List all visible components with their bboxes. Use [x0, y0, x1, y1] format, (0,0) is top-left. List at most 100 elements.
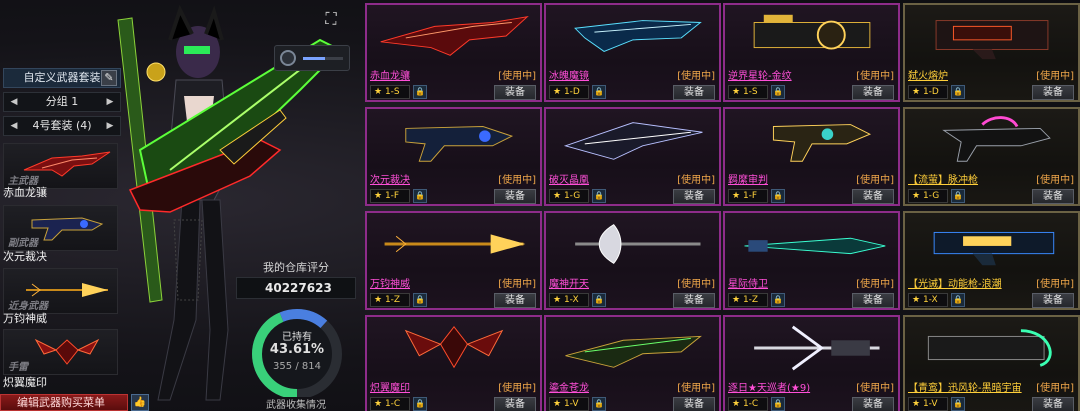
- weapon-grade: 1-F: [742, 191, 758, 201]
- weapon-name: 炽翼魔印: [370, 383, 410, 394]
- lock-icon[interactable]: 🔒: [413, 397, 427, 411]
- weapon-grade-badge: ★ 1-Z: [370, 293, 410, 307]
- lock-icon[interactable]: 🔒: [592, 397, 606, 411]
- in-use-status: [使用中]: [498, 383, 536, 394]
- equip-button[interactable]: 装备: [673, 293, 715, 308]
- owned-percent: 43.61%: [269, 342, 325, 357]
- edit-buy-menu-button[interactable]: 编辑武器购买菜单: [0, 394, 128, 411]
- lock-icon[interactable]: 🔒: [771, 85, 785, 99]
- weapon-name: 万钧神威: [370, 279, 410, 290]
- weapon-grade-badge: ★ 1-S: [728, 85, 768, 99]
- weapon-card[interactable]: 【流萤】脉冲枪 [使用中] ★ 1-G 🔒 装备: [903, 107, 1080, 206]
- equip-button[interactable]: 装备: [673, 397, 715, 411]
- weapon-grade-badge: ★ 1-F: [370, 189, 410, 203]
- prev-arrow-icon[interactable]: ◀: [6, 93, 22, 111]
- weapon-card[interactable]: 星际侍卫 [使用中] ★ 1-Z 🔒 装备: [723, 211, 900, 310]
- weapon-grade-badge: ★ 1-Z: [728, 293, 768, 307]
- weapon-card[interactable]: 逐日★天巡者(★9) [使用中] ★ 1-C 🔒 装备: [723, 315, 900, 411]
- owned-label: 已持有: [282, 332, 312, 343]
- slot-grenade[interactable]: 手雷: [3, 329, 118, 375]
- weapon-card[interactable]: 赤血龙骧 [使用中] ★ 1-S 🔒 装备: [365, 3, 542, 102]
- equip-button[interactable]: 装备: [494, 293, 536, 308]
- equip-button[interactable]: 装备: [1032, 293, 1074, 308]
- weapon-card[interactable]: 【光诫】动能枪-浪潮 [使用中] ★ 1-X 🔒 装备: [903, 211, 1080, 310]
- in-use-status: [使用中]: [677, 71, 715, 82]
- weapon-card[interactable]: 破灭晶凰 [使用中] ★ 1-G 🔒 装备: [544, 107, 721, 206]
- in-use-status: [使用中]: [856, 175, 894, 186]
- equip-button[interactable]: 装备: [852, 397, 894, 411]
- lock-icon[interactable]: 🔒: [771, 293, 785, 307]
- equip-button[interactable]: 装备: [852, 189, 894, 204]
- weapon-grade: 1-G: [922, 191, 940, 201]
- zoom-knob-icon[interactable]: [280, 50, 296, 66]
- in-use-status: [使用中]: [677, 279, 715, 290]
- in-use-status: [使用中]: [856, 71, 894, 82]
- equip-button[interactable]: 装备: [494, 85, 536, 100]
- weapon-card[interactable]: 【青鸾】迅风轮-黑暗宇宙 [使用中] ★ 1-V 🔒 装备: [903, 315, 1080, 411]
- lock-icon[interactable]: 🔒: [592, 293, 606, 307]
- lock-icon[interactable]: 🔒: [592, 85, 606, 99]
- weapon-card[interactable]: 鎏金苍龙 [使用中] ★ 1-V 🔒 装备: [544, 315, 721, 411]
- equip-button[interactable]: 装备: [1032, 85, 1074, 100]
- lock-icon[interactable]: 🔒: [951, 189, 965, 203]
- equip-button[interactable]: 装备: [1032, 189, 1074, 204]
- slot-primary[interactable]: 主武器: [3, 143, 118, 189]
- lock-icon[interactable]: 🔒: [592, 189, 606, 203]
- weapon-card[interactable]: 逆界星轮-金纹 [使用中] ★ 1-S 🔒 装备: [723, 3, 900, 102]
- weapon-grade: 1-D: [563, 87, 580, 97]
- zoom-fill: [303, 57, 325, 60]
- weapon-card[interactable]: 炽翼魔印 [使用中] ★ 1-C 🔒 装备: [365, 315, 542, 411]
- rotate-model-icon[interactable]: ⛶: [320, 8, 342, 30]
- zoom-slider[interactable]: [274, 45, 350, 71]
- weapon-grade: 1-F: [384, 191, 400, 201]
- lock-icon[interactable]: 🔒: [951, 293, 965, 307]
- in-use-status: [使用中]: [498, 279, 536, 290]
- weapon-card[interactable]: 万钧神威 [使用中] ★ 1-Z 🔒 装备: [365, 211, 542, 310]
- weapon-grade-badge: ★ 1-D: [549, 85, 589, 99]
- equip-button[interactable]: 装备: [852, 293, 894, 308]
- lock-icon[interactable]: 🔒: [951, 397, 965, 411]
- star-guard-sword-icon: [744, 237, 886, 255]
- zoom-track[interactable]: [303, 57, 343, 60]
- red-dragon-rifle-icon: [380, 15, 529, 56]
- weapon-grade: 1-C: [742, 399, 759, 409]
- weapon-name: 逆界星轮-金纹: [728, 71, 792, 82]
- equip-button[interactable]: 装备: [1032, 397, 1074, 411]
- weapon-name: 弑火熔炉: [908, 71, 948, 82]
- weapon-grade-badge: ★ 1-X: [908, 293, 948, 307]
- equip-button[interactable]: 装备: [852, 85, 894, 100]
- lock-icon[interactable]: 🔒: [771, 397, 785, 411]
- in-use-status: [使用中]: [856, 383, 894, 394]
- lock-icon[interactable]: 🔒: [413, 85, 427, 99]
- weapon-grade-badge: ★ 1-V: [549, 397, 589, 411]
- weapon-grade: 1-X: [922, 295, 938, 305]
- weapon-grade: 1-C: [384, 399, 401, 409]
- slot-melee[interactable]: 近身武器: [3, 268, 118, 314]
- slot-secondary[interactable]: 副武器: [3, 205, 118, 251]
- in-use-status: [使用中]: [498, 71, 536, 82]
- demon-axe-icon: [575, 224, 701, 264]
- weapon-card[interactable]: 冰魄魔镜 [使用中] ★ 1-D 🔒 装备: [544, 3, 721, 102]
- weapon-card[interactable]: 次元裁决 [使用中] ★ 1-F 🔒 装备: [365, 107, 542, 206]
- lock-icon[interactable]: 🔒: [951, 85, 965, 99]
- lock-icon[interactable]: 🔒: [771, 189, 785, 203]
- equip-button[interactable]: 装备: [673, 85, 715, 100]
- weapon-grade: 1-V: [922, 399, 938, 409]
- prev-arrow-icon[interactable]: ◀: [6, 117, 22, 135]
- slot-category: 手雷: [8, 362, 28, 373]
- weapon-card[interactable]: 羁縻审判 [使用中] ★ 1-F 🔒 装备: [723, 107, 900, 206]
- lock-icon[interactable]: 🔒: [413, 293, 427, 307]
- group-selector: ◀ 分组 1 ▶: [3, 92, 121, 112]
- weapon-card[interactable]: 弑火熔炉 [使用中] ★ 1-D 🔒 装备: [903, 3, 1080, 102]
- equip-button[interactable]: 装备: [673, 189, 715, 204]
- suit-selector: ◀ 4号套装 (4) ▶: [3, 116, 121, 136]
- lock-icon[interactable]: 🔒: [413, 189, 427, 203]
- slot-category: 副武器: [8, 238, 38, 249]
- weapon-card[interactable]: 魔神开天 [使用中] ★ 1-X 🔒 装备: [544, 211, 721, 310]
- equip-button[interactable]: 装备: [494, 397, 536, 411]
- dimension-pistol-icon: [405, 126, 514, 162]
- weapon-name: 【流萤】脉冲枪: [908, 175, 978, 186]
- weapon-name: 羁縻审判: [728, 175, 768, 186]
- equip-button[interactable]: 装备: [494, 189, 536, 204]
- collection-label: 武器收集情况: [266, 400, 326, 411]
